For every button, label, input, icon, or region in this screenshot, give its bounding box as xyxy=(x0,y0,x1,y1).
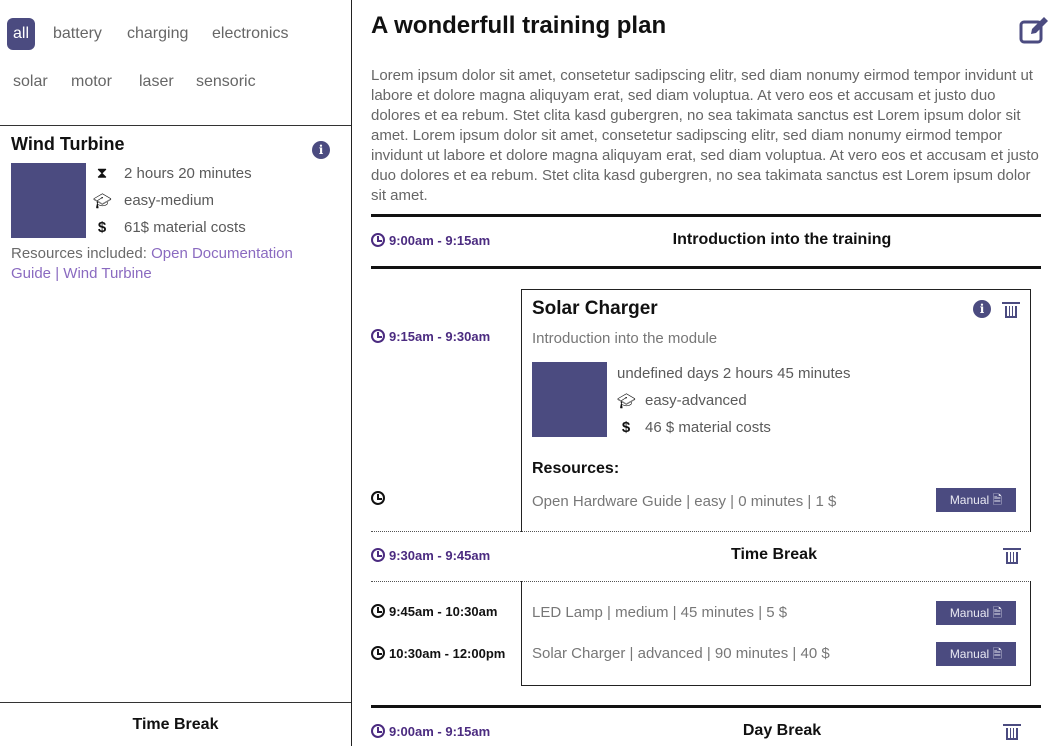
dollar-icon: $ xyxy=(621,419,631,436)
card-difficulty: easy-medium xyxy=(124,192,215,209)
graduation-cap-icon: 🎓︎ xyxy=(93,193,113,210)
resources-label: Resources included: xyxy=(11,245,147,262)
resource-item: Open Hardware Guide | easy | 0 minutes |… xyxy=(532,493,837,510)
module-title: Solar Charger xyxy=(532,298,658,319)
clock-icon xyxy=(371,724,385,738)
group-item-solar-charger[interactable]: Solar Charger | advanced | 90 minutes | … xyxy=(532,645,830,662)
plan-description: Lorem ipsum dolor sit amet, consetetur s… xyxy=(371,67,1039,204)
group-item-led-lamp[interactable]: LED Lamp | medium | 45 minutes | 5 $ xyxy=(532,604,787,621)
tag-solar[interactable]: solar xyxy=(7,66,54,98)
edit-icon[interactable] xyxy=(1019,16,1049,44)
card-cost: 61$ material costs xyxy=(124,219,246,236)
slot-time-intro: 9:00am - 9:15am xyxy=(371,233,490,248)
clock-icon xyxy=(371,604,385,618)
card-title: Wind Turbine xyxy=(11,134,125,154)
module-group[interactable]: LED Lamp | medium | 45 minutes | 5 $ Man… xyxy=(521,581,1031,686)
graduation-cap-icon: 🎓︎ xyxy=(617,393,637,410)
tag-laser[interactable]: laser xyxy=(133,66,180,98)
divider xyxy=(371,266,1041,269)
clock-icon xyxy=(371,646,385,660)
manual-button[interactable]: Manual 🗎 xyxy=(936,642,1016,666)
divider xyxy=(371,705,1041,708)
clock-icon xyxy=(371,233,385,247)
trash-icon[interactable] xyxy=(1002,302,1020,318)
file-download-icon: 🗎 xyxy=(992,647,1003,661)
resource-link-wind-turbine[interactable]: Wind Turbine xyxy=(63,265,151,282)
clock-icon[interactable] xyxy=(371,491,385,505)
slot-title-break: Time Break xyxy=(731,546,817,563)
file-download-icon: 🗎 xyxy=(992,606,1003,620)
slot-time-daybreak: 9:00am - 9:15am xyxy=(371,724,490,739)
manual-button[interactable]: Manual 🗎 xyxy=(936,488,1016,512)
trash-icon[interactable] xyxy=(1003,548,1021,564)
tag-filter: all battery charging electronics solar m… xyxy=(0,0,351,126)
resource-separator: | xyxy=(55,265,60,282)
sidebar: all battery charging electronics solar m… xyxy=(0,0,352,746)
slot-time-group-1: 9:45am - 10:30am xyxy=(371,604,497,619)
module-cost: 46 $ material costs xyxy=(645,419,771,436)
clock-icon xyxy=(371,548,385,562)
tag-electronics[interactable]: electronics xyxy=(206,18,294,50)
slot-title-daybreak: Day Break xyxy=(742,722,822,739)
module-block[interactable]: Solar Charger i Introduction into the mo… xyxy=(521,289,1031,532)
module-thumbnail xyxy=(532,362,607,437)
card-duration: 2 hours 20 minutes xyxy=(124,165,252,182)
tag-sensoric[interactable]: sensoric xyxy=(190,66,262,98)
clock-icon xyxy=(371,329,385,343)
file-download-icon: 🗎 xyxy=(992,493,1003,507)
dollar-icon: $ xyxy=(97,219,107,236)
tag-all[interactable]: all xyxy=(7,18,36,50)
divider xyxy=(371,214,1041,217)
page-title: A wonderfull training plan xyxy=(371,12,667,39)
info-icon[interactable]: i xyxy=(973,300,991,318)
manual-button[interactable]: Manual 🗎 xyxy=(936,601,1016,625)
training-plan: A wonderfull training plan Lorem ipsum d… xyxy=(352,0,1060,746)
slot-time-module: 9:15am - 9:30am xyxy=(371,329,490,344)
resources-heading: Resources: xyxy=(532,460,620,477)
slot-title-intro: Introduction into the training xyxy=(672,231,892,248)
tag-motor[interactable]: motor xyxy=(65,66,118,98)
info-icon[interactable]: i xyxy=(312,141,330,159)
slot-divider xyxy=(371,531,1029,532)
module-difficulty: easy-advanced xyxy=(645,392,747,409)
module-thumbnail xyxy=(11,163,86,238)
trash-icon[interactable] xyxy=(1003,724,1021,740)
hourglass-icon: ⧗ xyxy=(96,165,108,182)
slot-time-break: 9:30am - 9:45am xyxy=(371,548,490,563)
slot-time-group-2: 10:30am - 12:00pm xyxy=(371,646,505,661)
card-resources: Resources included: Open Documentation G… xyxy=(11,244,331,284)
module-subtitle: Introduction into the module xyxy=(532,330,718,347)
module-duration: undefined days 2 hours 45 minutes xyxy=(617,365,851,382)
tag-charging[interactable]: charging xyxy=(121,18,194,50)
slot-time-end xyxy=(371,491,389,506)
time-break-block[interactable]: Time Break xyxy=(0,702,351,747)
tag-battery[interactable]: battery xyxy=(47,18,108,50)
